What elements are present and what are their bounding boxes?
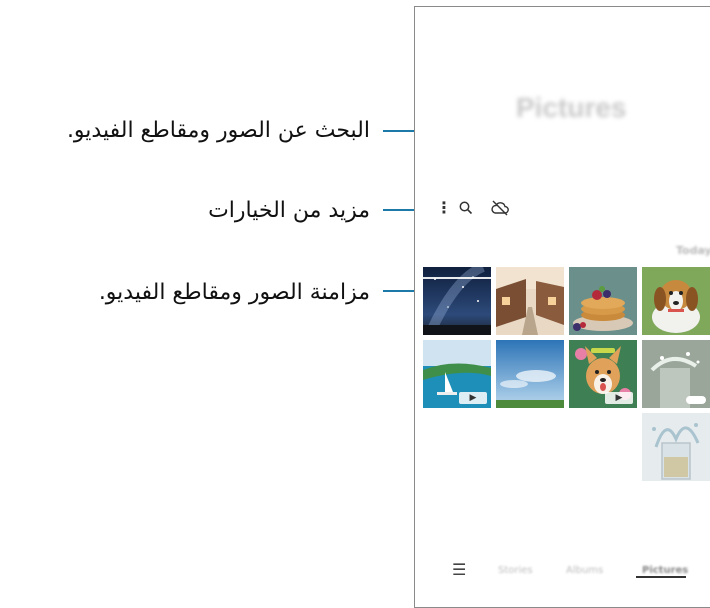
motion-toggle-badge xyxy=(686,396,706,404)
app-title: Pictures xyxy=(516,92,627,123)
photo-tile-water-splash[interactable] xyxy=(642,340,710,408)
photo-tile-corgi[interactable]: ▶ xyxy=(569,340,637,408)
photo-tile-pancakes[interactable] xyxy=(569,267,637,335)
callout-sync: مزامنة الصور ومقاطع الفيديو. xyxy=(98,280,370,305)
video-duration-badge: ▶ xyxy=(605,392,633,404)
photo-tile-sailboat[interactable]: ▶ xyxy=(423,340,491,408)
nav-tab-pictures[interactable]: Pictures xyxy=(642,565,688,576)
photo-tile-night-sky[interactable] xyxy=(423,267,491,335)
photo-tile-street[interactable] xyxy=(496,267,564,335)
more-options-icon[interactable]: ⋮ xyxy=(436,200,452,216)
photo-tile-sky-field[interactable] xyxy=(496,340,564,408)
video-duration-badge: ▶ xyxy=(459,392,487,404)
cloud-sync-off-icon[interactable] xyxy=(490,199,510,217)
nav-tab-active-indicator xyxy=(636,576,686,578)
callout-more-options: مزيد من الخيارات xyxy=(208,198,370,223)
photo-tile-glass-splash[interactable] xyxy=(642,413,710,481)
nav-tab-albums[interactable]: Albums xyxy=(566,565,603,576)
search-icon[interactable] xyxy=(458,200,474,216)
callout-search: البحث عن الصور ومقاطع الفيديو. xyxy=(66,118,370,143)
section-label: Today xyxy=(676,244,710,257)
nav-tab-stories[interactable]: Stories xyxy=(498,565,533,576)
photo-tile-beagle[interactable] xyxy=(642,267,710,335)
menu-icon[interactable]: ☰ xyxy=(452,560,466,579)
